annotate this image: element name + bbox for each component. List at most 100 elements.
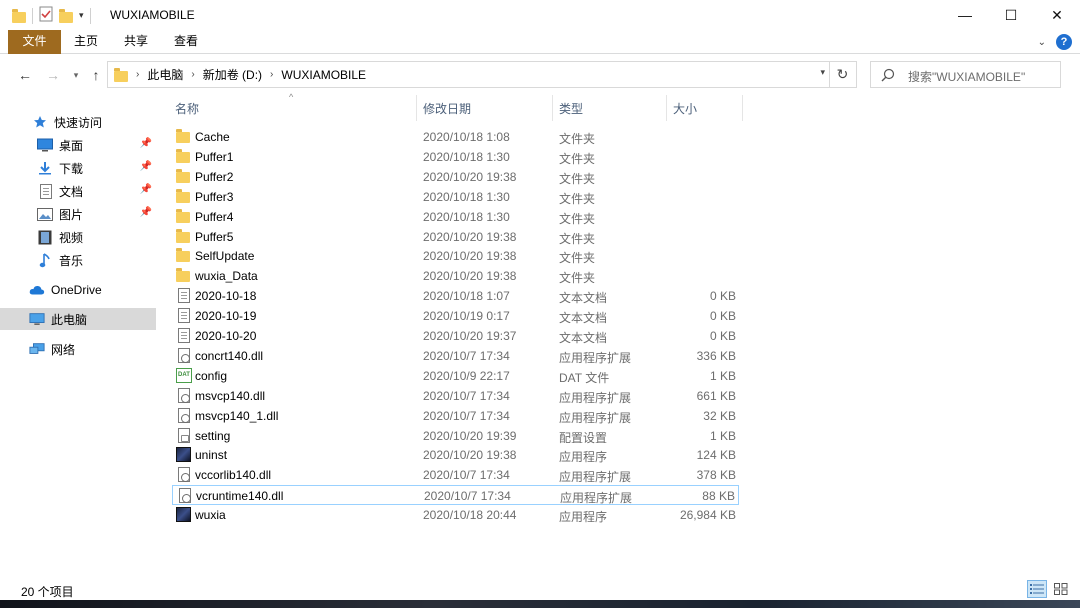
breadcrumb-this-pc[interactable]: 此电脑 [147, 66, 183, 83]
breadcrumb-wuxiamobile[interactable]: WUXIAMOBILE [281, 68, 366, 82]
column-header-type[interactable]: 类型 [559, 95, 659, 121]
sidebar-item-desktop[interactable]: 桌面 📌 [0, 134, 156, 156]
table-row[interactable]: DAT config 2020/10/9 22:17 DAT 文件 1 KB [172, 366, 739, 386]
customize-toolbar-icon[interactable]: ▾ [79, 10, 84, 21]
table-row[interactable]: vccorlib140.dll 2020/10/7 17:34 应用程序扩展 378 … [172, 465, 739, 485]
close-button[interactable]: ✕ [1034, 0, 1080, 30]
refresh-button[interactable]: ↻ [829, 61, 857, 88]
pin-icon[interactable]: 📌 [140, 138, 152, 149]
app-icon [176, 507, 192, 523]
details-view-button[interactable] [1027, 580, 1047, 598]
chevron-right-icon[interactable]: › [191, 69, 194, 80]
folder-icon [176, 148, 192, 165]
search-input[interactable]: 搜索"WUXIAMOBILE" [870, 61, 1061, 88]
pin-icon[interactable]: 📌 [140, 184, 152, 195]
maximize-icon: ☐ [1004, 6, 1018, 23]
text-file-icon [176, 328, 192, 344]
file-type: 文件夹 [559, 231, 596, 246]
new-folder-icon[interactable] [59, 8, 73, 23]
file-date-modified: 2020/10/18 1:30 [423, 189, 510, 204]
table-row[interactable]: wuxia 2020/10/18 20:44 应用程序 26,984 KB [172, 505, 739, 525]
file-date-modified: 2020/10/20 19:38 [423, 169, 517, 184]
tab-view[interactable]: 查看 [164, 30, 208, 54]
table-row[interactable]: Puffer1 2020/10/18 1:30 文件夹 [172, 147, 739, 167]
column-divider[interactable] [742, 95, 743, 121]
column-header-date[interactable]: 修改日期 [423, 95, 548, 121]
chevron-right-icon[interactable]: › [136, 69, 139, 80]
table-row[interactable]: vcruntime140.dll 2020/10/7 17:34 应用程序扩展 88 … [172, 485, 739, 506]
sidebar-item-pictures[interactable]: 图片 📌 [0, 203, 156, 225]
file-type: 应用程序扩展 [559, 350, 632, 365]
file-date-modified: 2020/10/18 1:30 [423, 149, 510, 164]
file-size: 124 KB [696, 448, 736, 463]
dat-file-icon: DAT [176, 367, 192, 384]
up-button[interactable]: ↑ [86, 65, 106, 85]
dll-file-icon [177, 488, 193, 504]
sidebar-item-network[interactable]: 网络 [0, 338, 156, 360]
sidebar-item-quick-access[interactable]: 快速访问 [0, 111, 156, 133]
pin-icon[interactable]: 📌 [140, 161, 152, 172]
table-row[interactable]: Puffer2 2020/10/20 19:38 文件夹 [172, 167, 739, 187]
file-date-modified: 2020/10/20 19:38 [423, 249, 517, 264]
sidebar-item-music[interactable]: 音乐 [0, 249, 156, 271]
column-header-size[interactable]: 大小 [673, 95, 743, 121]
table-row[interactable]: Puffer5 2020/10/20 19:38 文件夹 [172, 227, 739, 247]
file-name: uninst [195, 448, 228, 463]
table-row[interactable]: 2020-10-19 2020/10/19 0:17 文本文档 0 KB [172, 306, 739, 326]
file-type: 文件夹 [559, 151, 596, 166]
tab-share[interactable]: 共享 [114, 30, 158, 54]
pin-icon[interactable]: 📌 [140, 207, 152, 218]
large-icons-view-button[interactable] [1051, 580, 1071, 598]
table-row[interactable]: SelfUpdate 2020/10/20 19:38 文件夹 [172, 246, 739, 266]
file-size: 378 KB [696, 468, 736, 483]
sidebar-item-videos[interactable]: 视频 [0, 226, 156, 248]
sidebar-item-label: 此电脑 [51, 312, 88, 327]
table-row[interactable]: wuxia_Data 2020/10/20 19:38 文件夹 [172, 266, 739, 286]
download-icon [37, 160, 53, 176]
tab-home[interactable]: 主页 [64, 30, 108, 54]
table-row[interactable]: setting 2020/10/20 19:39 配置设置 1 KB [172, 426, 739, 446]
star-icon [32, 114, 48, 130]
table-row[interactable]: 2020-10-18 2020/10/18 1:07 文本文档 0 KB [172, 286, 739, 306]
back-button[interactable]: ← [15, 65, 35, 85]
minimize-icon: — [958, 7, 972, 23]
help-icon[interactable]: ? [1056, 34, 1072, 50]
address-history-dropdown[interactable]: ▾ [820, 67, 825, 78]
column-divider[interactable] [666, 95, 667, 121]
address-bar[interactable]: › 此电脑 › 新加卷 (D:) › WUXIAMOBILE ▾ [107, 61, 830, 88]
table-row[interactable]: Puffer4 2020/10/18 1:30 文件夹 [172, 207, 739, 227]
recent-locations-button[interactable]: ▾ [66, 65, 86, 85]
maximize-button[interactable]: ☐ [988, 0, 1034, 30]
file-name: vcruntime140.dll [196, 489, 284, 504]
tab-file[interactable]: 文件 [8, 30, 61, 54]
breadcrumb-drive-d[interactable]: 新加卷 (D:) [203, 66, 262, 83]
file-size: 1 KB [709, 368, 736, 383]
file-size: 0 KB [709, 289, 736, 304]
chevron-right-icon[interactable]: › [270, 69, 273, 80]
properties-icon[interactable] [39, 6, 53, 25]
toolbar-divider [32, 7, 33, 24]
sidebar-item-onedrive[interactable]: OneDrive [0, 279, 156, 301]
status-bar: 20 个项目 [0, 575, 1080, 602]
column-divider[interactable] [416, 95, 417, 121]
sidebar-item-this-pc[interactable]: 此电脑 [0, 308, 156, 330]
table-row[interactable]: Cache 2020/10/18 1:08 文件夹 [172, 127, 739, 147]
sidebar-item-documents[interactable]: 文档 📌 [0, 180, 156, 202]
forward-button[interactable]: → [43, 65, 63, 85]
expand-ribbon-icon[interactable]: ⌄ [1038, 37, 1046, 48]
table-row[interactable]: concrt140.dll 2020/10/7 17:34 应用程序扩展 336 KB [172, 346, 739, 366]
table-row[interactable]: Puffer3 2020/10/18 1:30 文件夹 [172, 187, 739, 207]
table-row[interactable]: uninst 2020/10/20 19:38 应用程序 124 KB [172, 445, 739, 465]
file-type: 文件夹 [559, 132, 596, 146]
table-row[interactable]: msvcp140.dll 2020/10/7 17:34 应用程序扩展 661 KB [172, 386, 739, 406]
table-row[interactable]: msvcp140_1.dll 2020/10/7 17:34 应用程序扩展 32 KB [172, 406, 739, 426]
search-placeholder: 搜索"WUXIAMOBILE" [908, 70, 1026, 84]
table-row[interactable]: 2020-10-20 2020/10/20 19:37 文本文档 0 KB [172, 326, 739, 346]
ribbon: 文件 主页 共享 查看 ⌄ ? [0, 30, 1080, 54]
column-divider[interactable] [552, 95, 553, 121]
file-size: 0 KB [709, 309, 736, 324]
sidebar-item-downloads[interactable]: 下载 📌 [0, 157, 156, 179]
minimize-button[interactable]: — [942, 0, 988, 30]
column-header-name[interactable]: 名称 [175, 95, 415, 121]
file-date-modified: 2020/10/20 19:37 [423, 329, 517, 343]
